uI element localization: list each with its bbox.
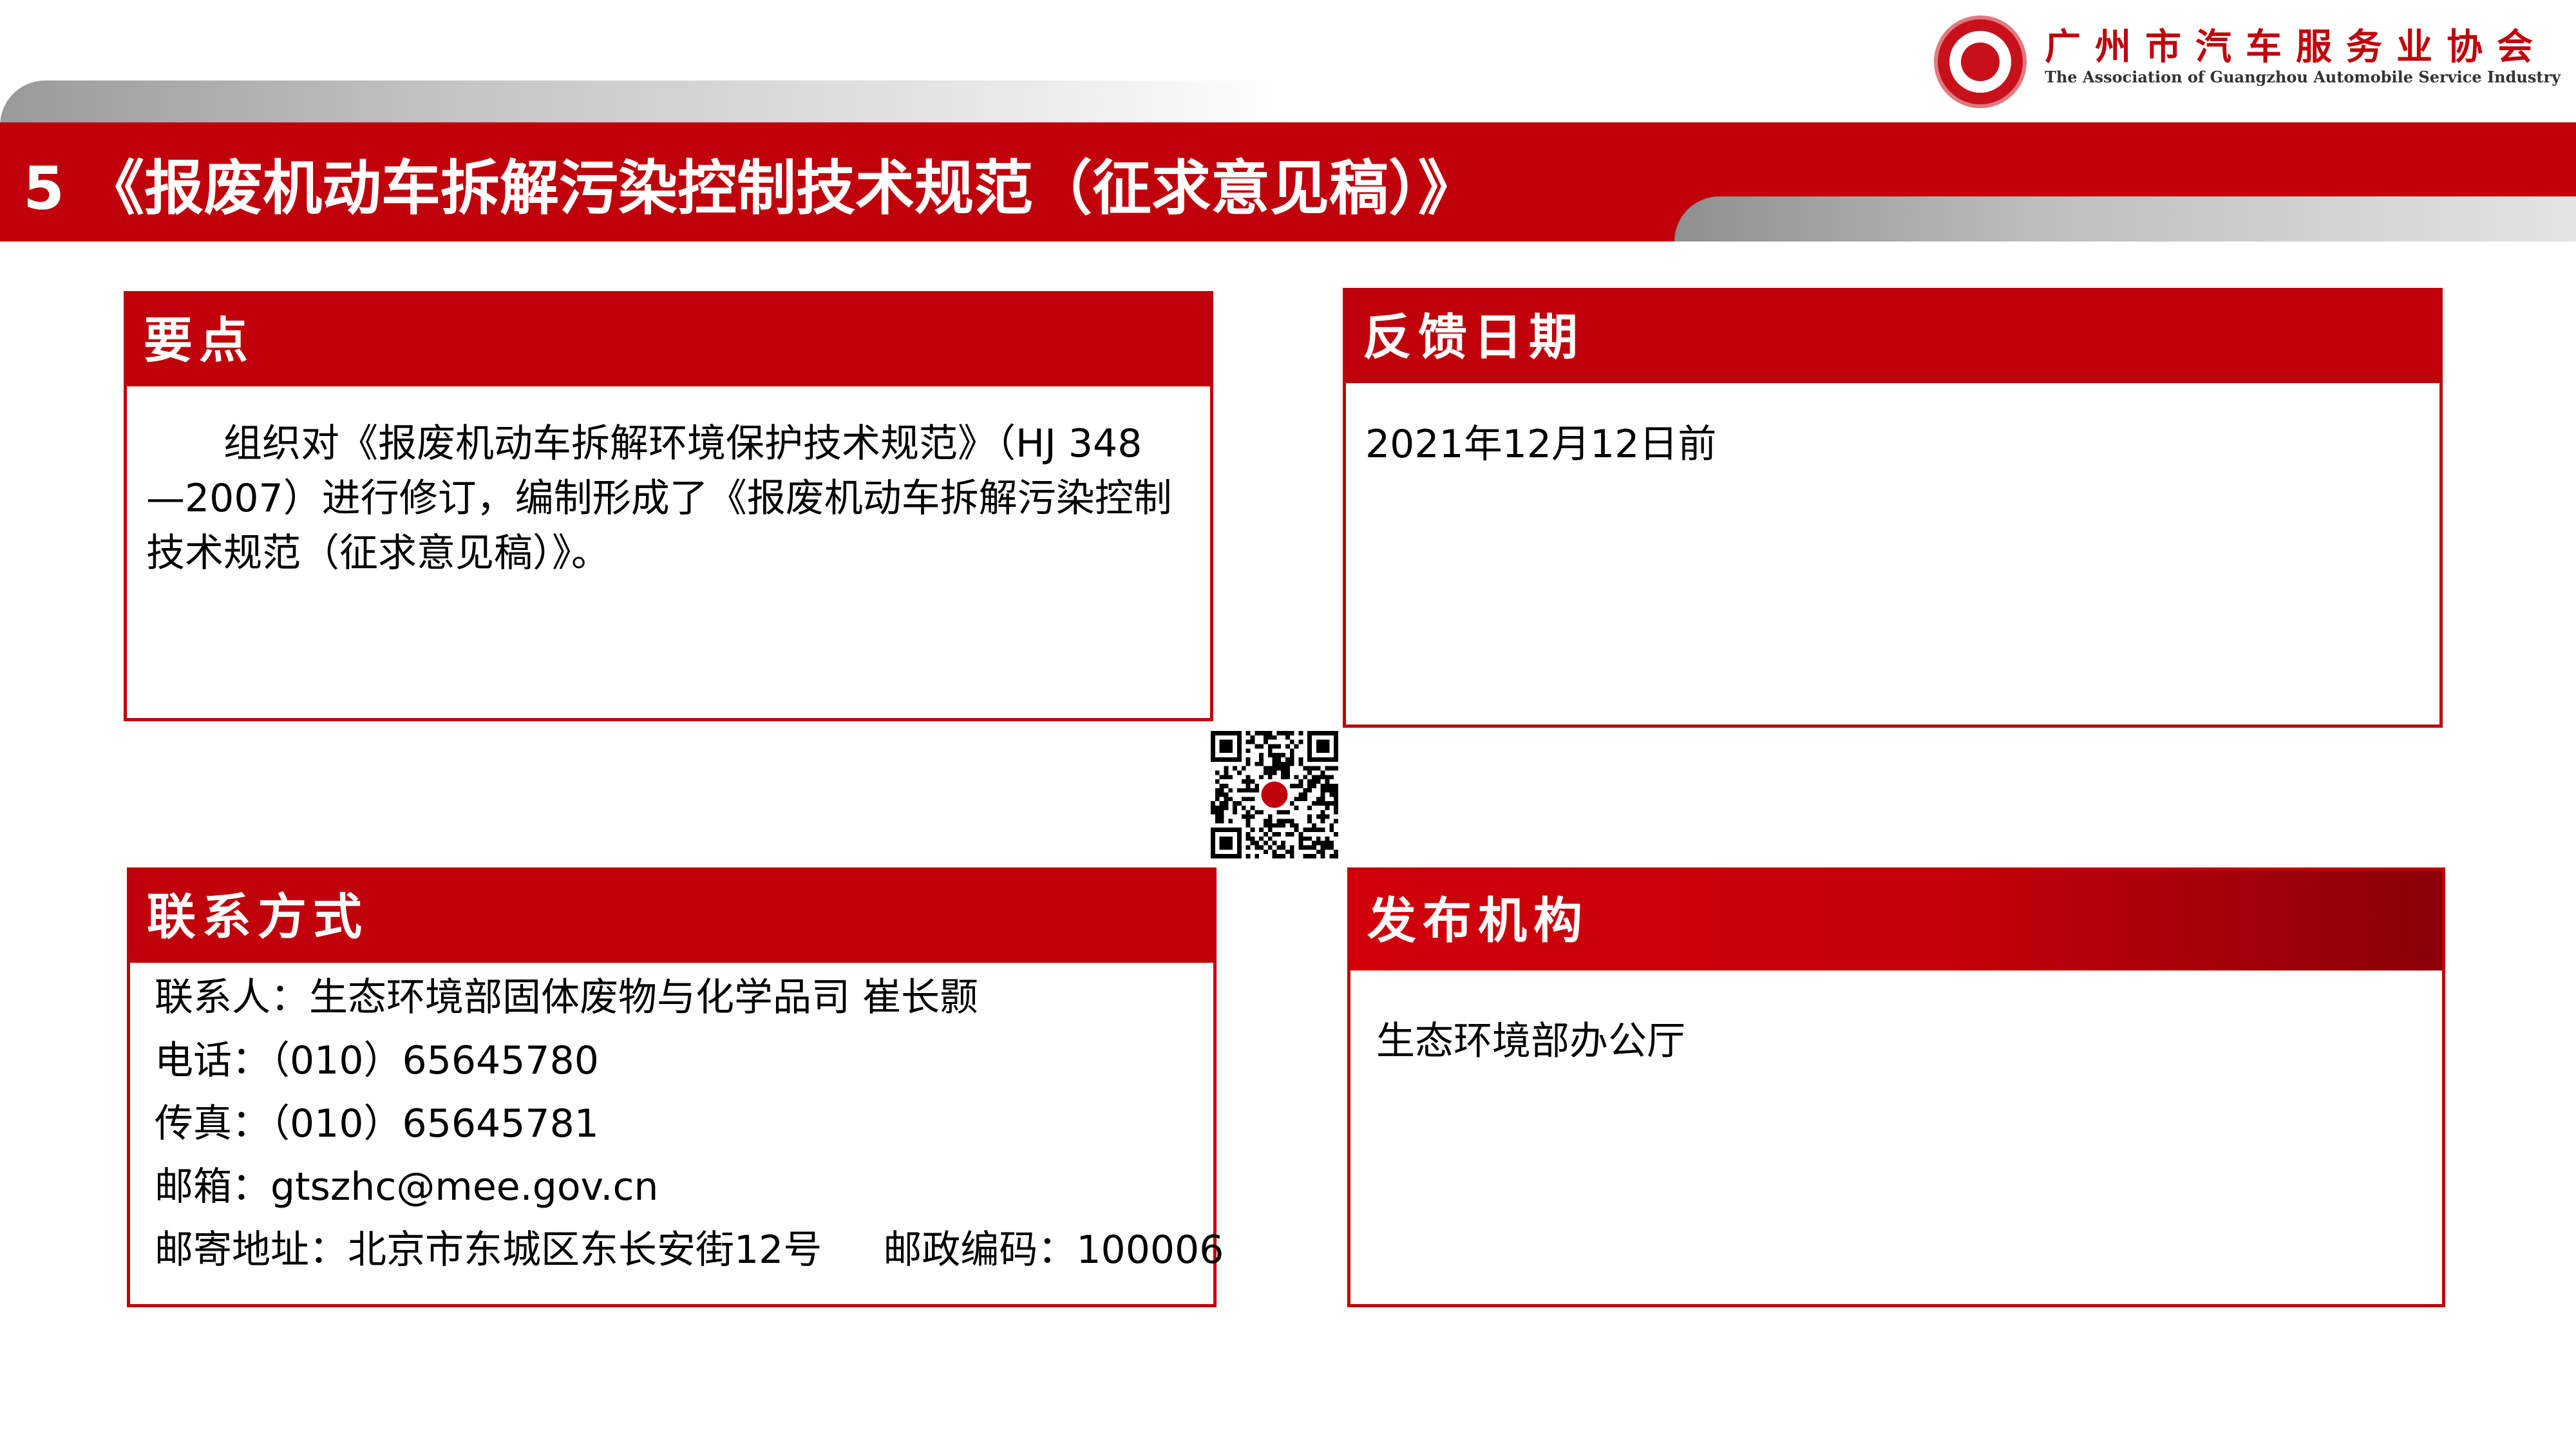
keypoints-heading: 要点 xyxy=(127,294,1210,386)
feedback-date: 2021年12月12日前 xyxy=(1365,422,1717,467)
publisher-panel: 发布机构 生态环境部办公厅 xyxy=(1347,867,2445,1307)
page-title: 5 《报废机动车拆解污染控制技术规范（征求意见稿）》 xyxy=(23,154,1478,223)
contact-postcode: 邮政编码：100006 xyxy=(883,1227,1224,1273)
contact-panel: 联系方式 联系人：生态环境部固体废物与化学品司 崔长颢 电话：（010）6564… xyxy=(127,867,1224,1307)
association-seal-icon xyxy=(1934,15,2027,108)
keypoints-panel: 要点 组织对《报废机动车拆解环境保护技术规范》（HJ 348—2007）进行修订… xyxy=(124,291,1213,721)
contact-address-row: 邮寄地址：北京市东城区东长安街12号 邮政编码：100006 xyxy=(155,1218,1224,1282)
contact-person: 联系人：生态环境部固体废物与化学品司 崔长颢 xyxy=(155,975,979,1020)
publisher-name: 生态环境部办公厅 xyxy=(1376,1019,1685,1064)
keypoints-text: 组织对《报废机动车拆解环境保护技术规范》（HJ 348—2007）进行修订，编制… xyxy=(146,421,1172,576)
association-name-en: The Association of Guangzhou Automobile … xyxy=(2045,68,2561,86)
title-band-grey-accent xyxy=(1674,196,2576,242)
publisher-heading: 发布机构 xyxy=(1350,871,2442,971)
feedback-heading: 反馈日期 xyxy=(1346,291,2439,383)
qr-code-icon[interactable] xyxy=(1211,731,1338,858)
contact-phone: 电话：（010）65645780 xyxy=(155,1038,599,1083)
contact-heading: 联系方式 xyxy=(130,871,1213,963)
contact-details: 联系人：生态环境部固体废物与化学品司 崔长颢 电话：（010）65645780 … xyxy=(130,966,1224,1282)
contact-address: 邮寄地址：北京市东城区东长安街12号 xyxy=(155,1227,822,1273)
contact-email: 邮箱：gtszhc@mee.gov.cn xyxy=(155,1164,659,1209)
contact-fax: 传真：（010）65645781 xyxy=(155,1101,599,1146)
feedback-panel: 反馈日期 2021年12月12日前 xyxy=(1343,288,2443,728)
